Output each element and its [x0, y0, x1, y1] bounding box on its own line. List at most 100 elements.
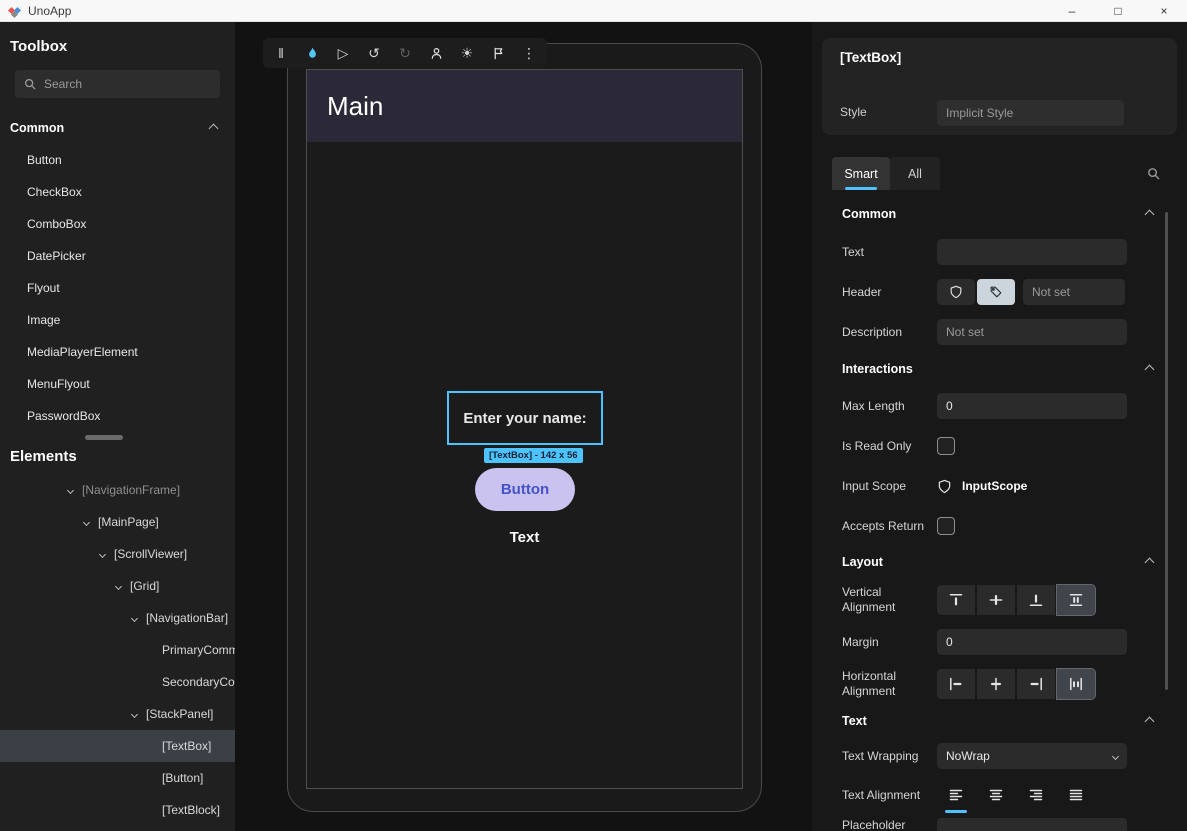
- tree-item-primarycommands[interactable]: PrimaryCommands: [0, 634, 235, 666]
- tree-item-secondarycommands[interactable]: SecondaryCommands: [0, 666, 235, 698]
- header-tag-toggle[interactable]: [977, 279, 1015, 305]
- description-field[interactable]: Not set: [937, 319, 1127, 345]
- toolbox-item-mediaplayerelement[interactable]: MediaPlayerElement: [0, 336, 235, 368]
- selected-textbox[interactable]: Enter your name:: [447, 391, 603, 445]
- align-left-button[interactable]: [937, 669, 975, 699]
- toolbox-item-datepicker[interactable]: DatePicker: [0, 240, 235, 272]
- property-row-text-alignment: Text Alignment: [812, 776, 1187, 814]
- toolbox-section-common[interactable]: Common: [0, 112, 235, 144]
- toolbox-item-button[interactable]: Button: [0, 144, 235, 176]
- chevron-up-icon: [1145, 364, 1155, 374]
- text-alignment-label: Text Alignment: [842, 788, 937, 803]
- chevron-down-icon[interactable]: [128, 712, 140, 717]
- toolbox-item-menuflyout[interactable]: MenuFlyout: [0, 368, 235, 400]
- stretch-horizontal-button[interactable]: [1057, 669, 1095, 699]
- placeholder-field[interactable]: [937, 818, 1127, 831]
- align-right-button[interactable]: [1017, 669, 1055, 699]
- align-top-button[interactable]: [937, 585, 975, 615]
- theme-icon[interactable]: ☀: [459, 45, 475, 61]
- property-row-text: Text: [812, 232, 1187, 272]
- undo-icon[interactable]: ↺: [366, 45, 382, 61]
- section-common[interactable]: Common: [812, 196, 1187, 232]
- align-vcenter-button[interactable]: [977, 585, 1015, 615]
- play-icon[interactable]: ▷: [335, 45, 351, 61]
- properties-panel: [TextBox] Style Implicit Style Smart All…: [812, 22, 1187, 831]
- property-row-placeholder: Placeholder: [812, 814, 1187, 831]
- style-label: Style: [840, 105, 867, 119]
- chevron-down-icon[interactable]: [112, 584, 124, 589]
- property-row-text-wrapping: Text Wrapping NoWrap: [812, 736, 1187, 776]
- is-read-only-checkbox[interactable]: [937, 437, 955, 455]
- toolbox-item-flyout[interactable]: Flyout: [0, 272, 235, 304]
- redo-icon[interactable]: ↻: [397, 45, 413, 61]
- text-align-left-button[interactable]: [937, 780, 975, 810]
- tree-item-scrollviewer[interactable]: [ScrollViewer]: [0, 538, 235, 570]
- minimize-button[interactable]: –: [1049, 0, 1095, 22]
- chevron-down-icon[interactable]: [64, 488, 76, 493]
- tree-item-mainpage[interactable]: [MainPage]: [0, 506, 235, 538]
- text-wrapping-label: Text Wrapping: [842, 749, 937, 764]
- chevron-down-icon[interactable]: [96, 552, 108, 557]
- tree-item-textbox-selected[interactable]: [TextBox]: [0, 730, 235, 762]
- text-input[interactable]: [946, 245, 1118, 259]
- header-value-field[interactable]: Not set: [1023, 279, 1125, 305]
- properties-search-icon[interactable]: [1146, 166, 1161, 181]
- pause-icon[interactable]: ‖: [273, 45, 289, 61]
- chevron-up-icon: [1145, 209, 1155, 219]
- tree-item-button[interactable]: [Button]: [0, 762, 235, 794]
- tree-item-navigationbar[interactable]: [NavigationBar]: [0, 602, 235, 634]
- header-label: Header: [842, 285, 937, 300]
- tree-item-grid[interactable]: [Grid]: [0, 570, 235, 602]
- text-wrapping-value: NoWrap: [946, 749, 990, 763]
- text-align-justify-button[interactable]: [1057, 780, 1095, 810]
- max-length-field[interactable]: 0: [937, 393, 1127, 419]
- style-input[interactable]: Implicit Style: [937, 100, 1124, 126]
- toolbox-item-checkbox[interactable]: CheckBox: [0, 176, 235, 208]
- properties-list: Common Text Header Not set: [812, 196, 1187, 831]
- input-scope-value[interactable]: InputScope: [962, 479, 1027, 493]
- section-interactions[interactable]: Interactions: [812, 352, 1187, 386]
- flag-icon[interactable]: [490, 45, 506, 61]
- toolbox-item-combobox[interactable]: ComboBox: [0, 208, 235, 240]
- accepts-return-checkbox[interactable]: [937, 517, 955, 535]
- text-align-center-icon: [988, 787, 1004, 803]
- property-row-is-read-only: Is Read Only: [812, 426, 1187, 466]
- tree-item-stackpanel[interactable]: [StackPanel]: [0, 698, 235, 730]
- shield-icon: [949, 285, 963, 299]
- align-hcenter-button[interactable]: [977, 669, 1015, 699]
- more-icon[interactable]: ⋮: [521, 45, 537, 61]
- maximize-button[interactable]: □: [1095, 0, 1141, 22]
- tree-item-navigationframe[interactable]: [NavigationFrame]: [0, 474, 235, 506]
- tab-smart[interactable]: Smart: [832, 157, 890, 190]
- preview-textblock[interactable]: Text: [307, 529, 742, 546]
- text-align-right-button[interactable]: [1017, 780, 1055, 810]
- close-button[interactable]: ×: [1141, 0, 1187, 22]
- app-navigation-bar: Main: [307, 70, 742, 142]
- properties-scrollbar[interactable]: [1165, 212, 1168, 690]
- design-canvas: ‖ ▷ ↺ ↻ ☀ ⋮ Main Enter your name: [Text: [235, 22, 812, 831]
- section-text[interactable]: Text: [812, 706, 1187, 736]
- stretch-vertical-button[interactable]: [1057, 585, 1095, 615]
- section-layout[interactable]: Layout: [812, 546, 1187, 578]
- margin-field[interactable]: 0: [937, 629, 1127, 655]
- text-wrapping-dropdown[interactable]: NoWrap: [937, 743, 1127, 769]
- app-preview-screen[interactable]: Main Enter your name: [TextBox] - 142 x …: [306, 69, 743, 789]
- user-sync-icon[interactable]: [428, 45, 444, 61]
- chevron-down-icon[interactable]: [80, 520, 92, 525]
- text-align-center-button[interactable]: [977, 780, 1015, 810]
- preview-button[interactable]: Button: [475, 468, 575, 511]
- align-bottom-button[interactable]: [1017, 585, 1055, 615]
- toolbox-item-passwordbox[interactable]: PasswordBox: [0, 400, 235, 432]
- toolbox-search-input[interactable]: [44, 77, 194, 91]
- header-binding-toggle[interactable]: [937, 279, 975, 305]
- property-row-description: Description Not set: [812, 312, 1187, 352]
- hot-reload-flame-icon[interactable]: [304, 45, 320, 61]
- text-field[interactable]: [937, 239, 1127, 265]
- property-row-max-length: Max Length 0: [812, 386, 1187, 426]
- tab-all[interactable]: All: [890, 157, 940, 190]
- chevron-down-icon[interactable]: [128, 616, 140, 621]
- toolbox-item-image[interactable]: Image: [0, 304, 235, 336]
- toolbox-search[interactable]: [15, 70, 220, 98]
- tree-item-textblock[interactable]: [TextBlock]: [0, 794, 235, 826]
- toolbox-scrollbar[interactable]: [0, 432, 235, 444]
